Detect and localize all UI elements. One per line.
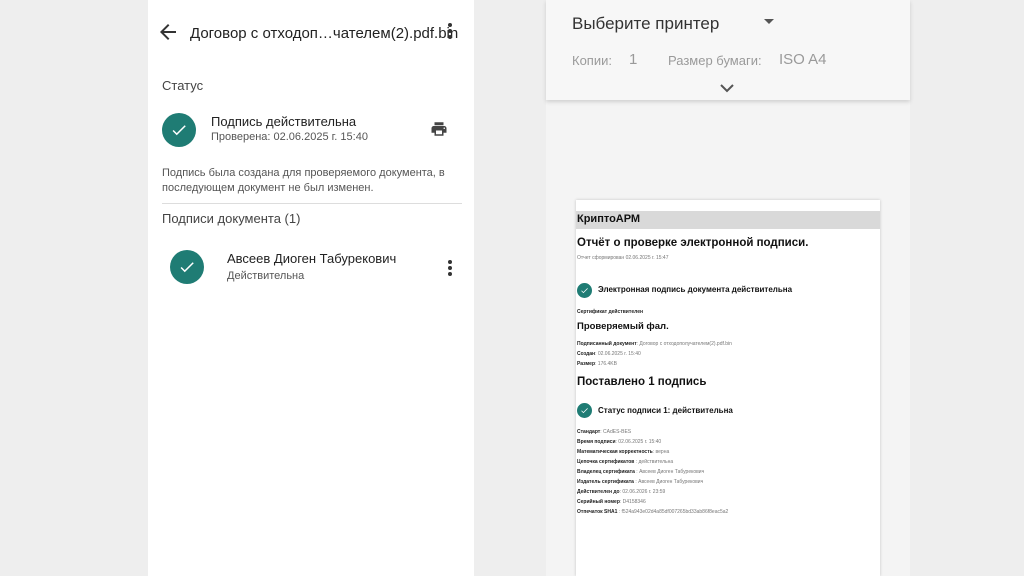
file-row-key: Подписанный документ (577, 341, 637, 347)
print-options-header: Выберите принтер Копии: 1 Размер бумаги:… (546, 0, 910, 100)
report-page: КриптоАРМ Отчёт о проверке электронной п… (576, 200, 880, 576)
sig-row-key: Время подписи (577, 439, 616, 445)
sig-row-value: : действительна (634, 459, 674, 465)
sig-row-key: Цепочка сертификатов (577, 459, 635, 465)
print-preview-panel: Выберите принтер Копии: 1 Размер бумаги:… (546, 0, 910, 576)
signer-more-icon[interactable] (438, 258, 462, 276)
copies-label: Копии: (572, 53, 612, 68)
report-cert-valid: Сертификат действителен (577, 309, 644, 315)
dropdown-arrow-icon[interactable] (764, 19, 774, 24)
report-sig-row: Стандарт: CAdES-BES (577, 429, 631, 435)
print-icon[interactable] (430, 120, 448, 138)
signature-status-title: Подпись действительна (211, 114, 357, 129)
report-sig-check-icon (577, 403, 592, 418)
file-row-key: Размер (577, 361, 596, 367)
sig-row-key: Владелец сертификата (577, 469, 635, 475)
report-generated: Отчет сформирован 02.06.2025 г. 15:47 (577, 255, 669, 261)
file-row-value: : 176.4KB (595, 361, 617, 367)
report-file-row: Подписанный документ: Договор с отходопо… (577, 341, 732, 347)
more-menu-icon[interactable] (438, 21, 462, 45)
divider (162, 203, 462, 204)
copies-value[interactable]: 1 (629, 51, 637, 68)
sig-row-value: : 02.06.2025 г. 15:40 (615, 439, 662, 445)
sig-row-key: Действителен до (577, 489, 620, 495)
paper-size-value[interactable]: ISO A4 (779, 51, 827, 68)
report-sig-row: Издатель сертификата : Авсеев Диоген Таб… (577, 479, 703, 485)
sig-row-value: : D4158346 (619, 499, 646, 505)
signatures-section-label: Подписи документа (1) (162, 211, 301, 226)
report-brand: КриптоАРМ (576, 211, 880, 229)
report-signature-count: Поставлено 1 подпись (577, 376, 707, 388)
sig-row-value: : Авсеев Диоген Табурекович (634, 469, 705, 475)
signer-name[interactable]: Авсеев Диоген Табурекович (227, 251, 396, 266)
report-sig-row: Математическая корректность: верна (577, 449, 669, 455)
sig-row-value: : 02.06.2026 г. 23:59 (619, 489, 666, 495)
document-title: Договор с отходоп…чателем(2).pdf.bin (190, 25, 459, 42)
signature-description: Подпись была создана для проверяемого до… (162, 167, 445, 194)
printer-select[interactable]: Выберите принтер (572, 14, 719, 34)
paper-size-label: Размер бумаги: (668, 53, 762, 68)
status-section-label: Статус (162, 78, 204, 93)
report-sig-row: Время подписи: 02.06.2025 г. 15:40 (577, 439, 661, 445)
report-title: Отчёт о проверке электронной подписи. (577, 237, 809, 249)
report-file-row: Создан: 02.06.2025 г. 15:40 (577, 351, 641, 357)
signature-details-panel: Договор с отходоп…чателем(2).pdf.bin Ста… (148, 0, 474, 576)
sig-row-value: : CAdES-BES (600, 429, 632, 435)
report-sig-row: Серийный номер: D4158346 (577, 499, 646, 505)
sig-row-value: : верна (652, 449, 670, 455)
file-row-key: Создан (577, 351, 596, 357)
sig-row-key: Математическая корректность (577, 449, 653, 455)
file-row-value: : 02.06.2025 г. 15:40 (595, 351, 641, 357)
sig-row-value: : f524a943e02d4a85df007265bd33ab86f8eac5… (617, 509, 729, 515)
sig-row-value: : Авсеев Диоген Табурекович (633, 479, 704, 485)
report-file-row: Размер: 176.4KB (577, 361, 617, 367)
file-row-value: : Договор с отходополучателем(2).pdf.bin (636, 341, 732, 347)
back-arrow-icon[interactable] (156, 20, 180, 44)
chevron-down-icon[interactable] (720, 80, 734, 93)
report-signature-status: Статус подписи 1: действительна (598, 406, 733, 415)
verification-time: Проверена: 02.06.2025 г. 15:40 (211, 131, 368, 143)
signer-status: Действительна (227, 270, 305, 282)
report-sig-row: Действителен до: 02.06.2026 г. 23:59 (577, 489, 665, 495)
app-bar: Договор с отходоп…чателем(2).pdf.bin (148, 0, 474, 66)
report-sig-row: Цепочка сертификатов : действительна (577, 459, 673, 465)
report-sig-row: Владелец сертификата : Авсеев Диоген Таб… (577, 469, 704, 475)
sig-row-key: Отпечаток SHA1 (577, 509, 618, 515)
report-checked-file: Проверяемый фал. (577, 321, 669, 332)
report-check-icon (577, 283, 592, 298)
sig-row-key: Стандарт (577, 429, 601, 435)
report-sig-row: Отпечаток SHA1 : f524a943e02d4a85df00726… (577, 509, 728, 515)
signer-check-icon (170, 250, 204, 284)
sig-row-key: Серийный номер (577, 499, 620, 505)
sig-row-key: Издатель сертификата (577, 479, 634, 485)
check-circle-icon (162, 113, 196, 147)
report-valid-line: Электронная подпись документа действител… (598, 285, 793, 294)
